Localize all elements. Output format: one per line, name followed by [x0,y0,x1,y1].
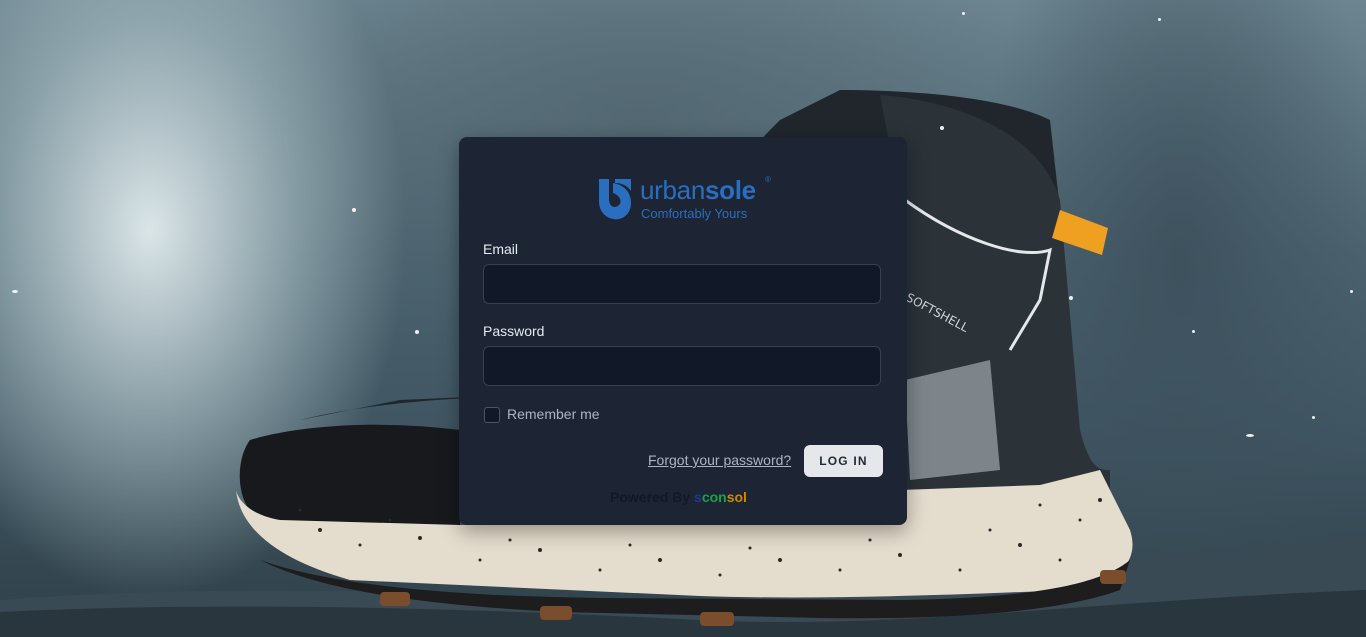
password-field[interactable] [483,346,881,386]
brand-part-c: sol [726,489,747,505]
logo-wordmark: urbansole [640,175,756,206]
brand-logo: urbansole ® Comfortably Yours [597,175,773,223]
brand-part-a: s [694,489,702,505]
login-button[interactable]: LOG IN [804,445,883,477]
remember-me-checkbox[interactable] [484,407,500,423]
remember-me-label: Remember me [507,406,600,422]
logo-tagline: Comfortably Yours [641,206,748,221]
registered-mark: ® [765,175,771,184]
login-card: urbansole ® Comfortably Yours Email Pass… [459,137,907,525]
urbansole-logo-icon [599,179,631,220]
sconsol-brand: sconsol [694,489,747,505]
logo-name-light: urban [640,175,705,205]
logo-name-bold: sole [705,175,756,205]
password-label: Password [483,323,545,339]
email-field[interactable] [483,264,881,304]
brand-part-b: con [701,489,727,505]
email-label: Email [483,241,519,257]
powered-by-footer: Powered By sconsol [610,489,747,505]
forgot-password-link[interactable]: Forgot your password? [648,452,791,468]
powered-by-text: Powered By [610,489,691,505]
